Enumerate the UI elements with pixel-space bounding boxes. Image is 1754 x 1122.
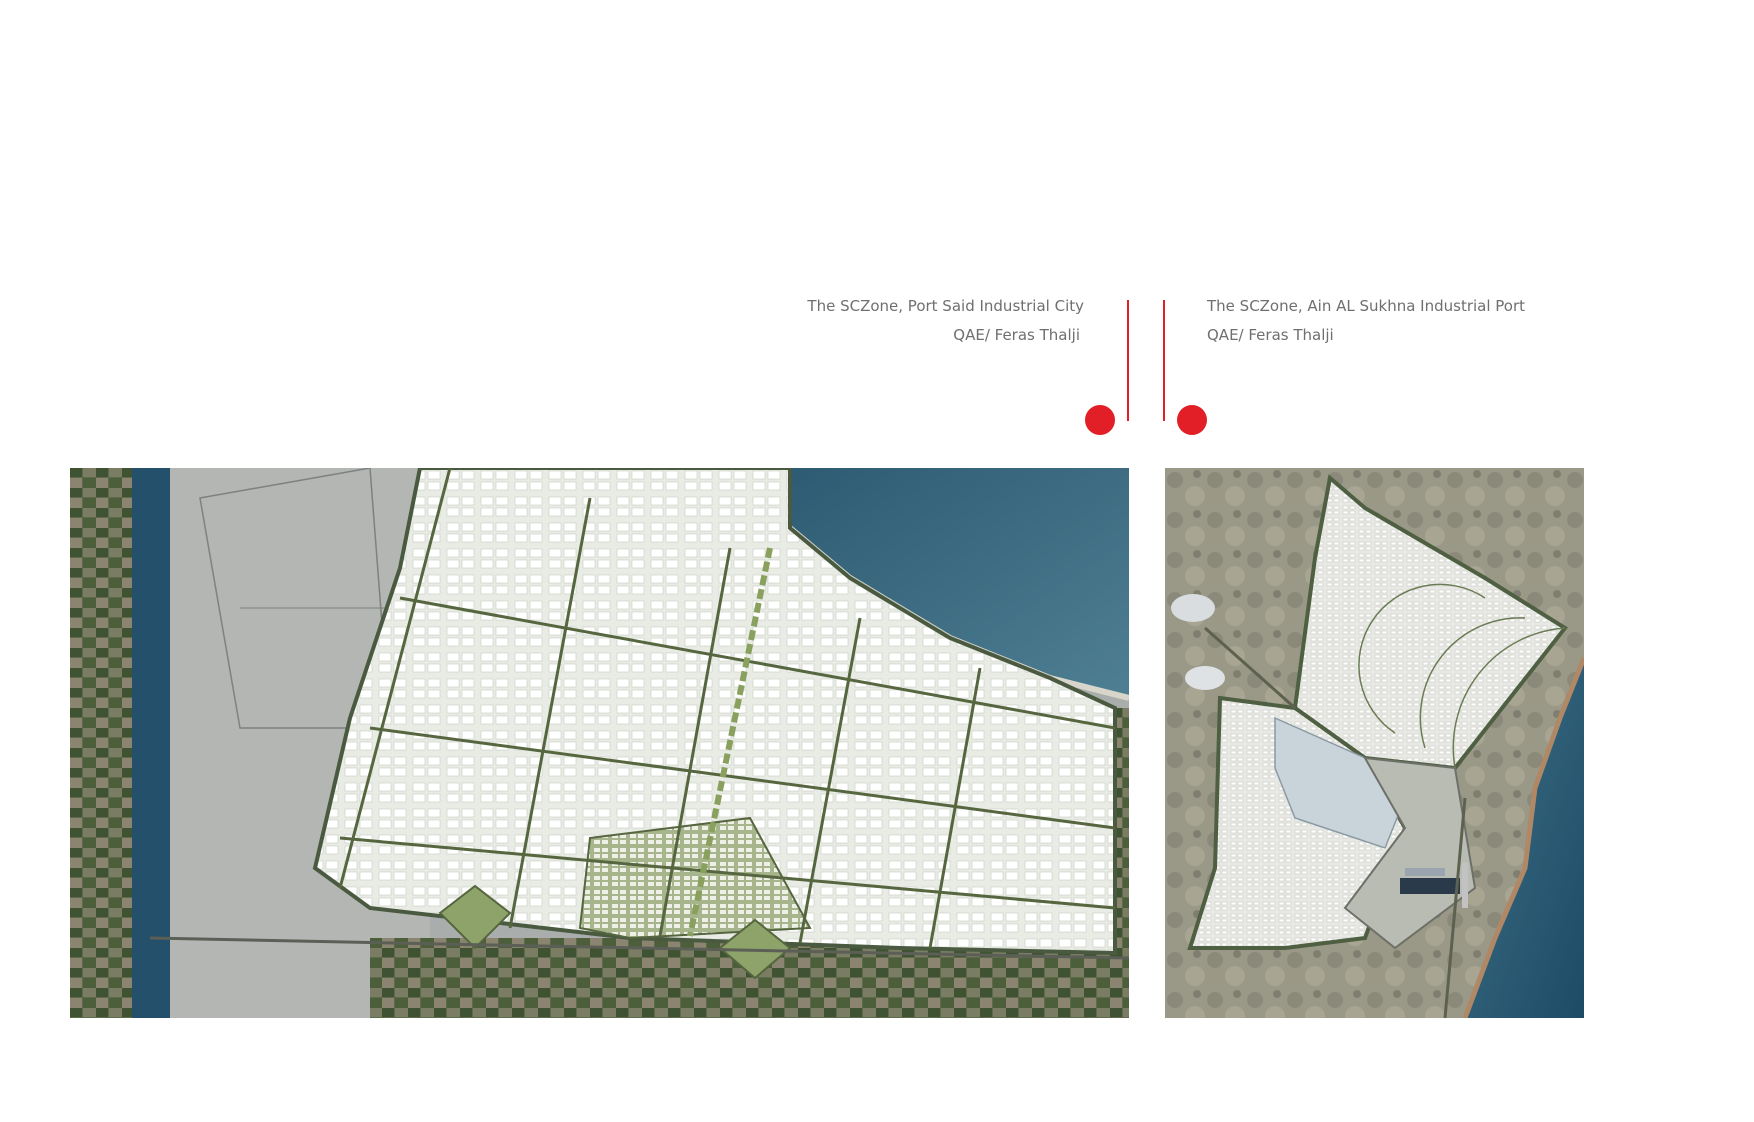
marker-dot [1177, 405, 1207, 435]
ain-sukhna-masterplan-image [1165, 468, 1584, 1018]
project-caption-port-said: The SCZone, Port Said Industrial City QA… [807, 292, 1084, 350]
marker-dot [1085, 405, 1115, 435]
divider-line [1127, 300, 1129, 421]
project-title: The SCZone, Ain AL Sukhna Industrial Por… [1207, 297, 1526, 315]
divider-line [1163, 300, 1165, 421]
project-caption-sukhna: The SCZone, Ain AL Sukhna Industrial Por… [1207, 292, 1525, 350]
port-said-masterplan-image [70, 468, 1129, 1018]
project-credit: QAE/ Feras Thalji [1207, 326, 1334, 344]
project-credit: QAE/ Feras Thalji [953, 326, 1080, 344]
project-title: The SCZone, Port Said Industrial City [807, 297, 1084, 315]
